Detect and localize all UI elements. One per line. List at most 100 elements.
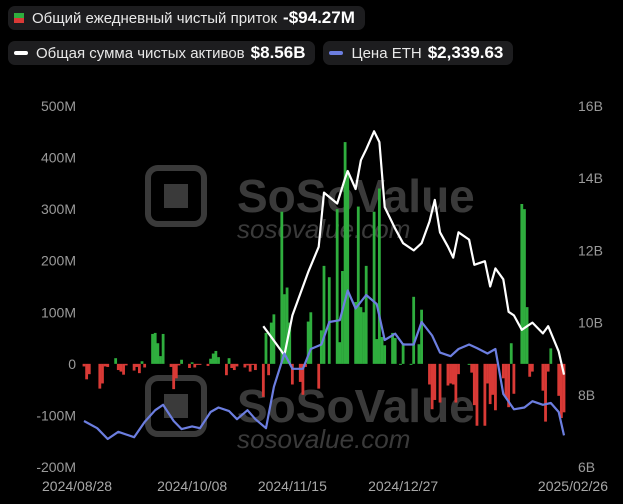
x-tick-label: 2024/08/28 <box>42 478 112 494</box>
flow-bar <box>546 363 550 372</box>
flow-bar <box>428 363 431 385</box>
flow-bar <box>322 265 326 364</box>
flow-bar <box>380 337 384 364</box>
flow-bar <box>393 338 397 364</box>
flow-bar <box>377 188 381 364</box>
flow-bar <box>119 363 123 372</box>
left-tick-label: 500M <box>41 98 76 114</box>
flow-bar <box>488 363 492 405</box>
flow-bar <box>449 363 452 384</box>
left-tick-label: 400M <box>41 150 76 166</box>
flow-bar <box>359 307 363 364</box>
flow-bar <box>235 363 239 367</box>
flow-bar <box>417 344 421 364</box>
flow-bar <box>269 322 273 364</box>
right-tick-label: 14B <box>578 170 603 186</box>
flow-bar <box>338 342 342 364</box>
flow-bar <box>116 363 120 371</box>
flow-bar <box>309 312 313 364</box>
right-tick-label: 6B <box>578 459 595 475</box>
watermark-url: sosovalue.com <box>237 214 410 244</box>
flow-bar <box>391 332 394 364</box>
flow-bar <box>153 332 157 364</box>
flow-bar <box>198 363 202 365</box>
flow-bar <box>132 363 136 371</box>
flow-bar <box>137 363 141 374</box>
flow-bar <box>467 363 471 365</box>
flow-bar <box>509 343 513 364</box>
flow-bar <box>364 265 368 364</box>
flow-bar <box>174 363 178 379</box>
flow-bar <box>196 363 199 365</box>
flow-bar <box>261 363 265 397</box>
flow-bar <box>285 287 289 364</box>
flow-bar <box>246 363 249 366</box>
flow-bar <box>317 363 321 389</box>
flow-bar <box>156 343 160 364</box>
flow-bar <box>372 211 376 364</box>
left-tick-label: -100M <box>36 407 76 423</box>
flow-bar <box>475 363 479 426</box>
left-tick-label: -200M <box>36 459 76 475</box>
chart-canvas: SoSoValue sosovalue.com SoSoValue sosova… <box>36 98 608 494</box>
flow-bar <box>177 363 181 366</box>
flow-bar <box>486 363 489 384</box>
flow-bar <box>525 307 529 364</box>
flow-bar <box>280 211 284 364</box>
flow-bar <box>446 363 450 386</box>
flow-bar <box>356 206 360 364</box>
flow-bar <box>491 363 495 395</box>
flow-bar <box>433 363 437 400</box>
flow-bar <box>122 363 125 375</box>
x-tick-label: 2025/02/26 <box>538 478 608 494</box>
flow-bar <box>401 343 405 364</box>
flow-bar <box>124 363 128 366</box>
flow-bar <box>232 363 236 371</box>
watermark-url: sosovalue.com <box>237 424 410 454</box>
left-tick-label: 0 <box>68 356 76 372</box>
x-axis: 2024/08/28 2024/10/08 2024/11/15 2024/12/27… <box>42 478 608 494</box>
flow-bar <box>335 209 339 364</box>
flow-bar <box>227 358 231 364</box>
watermark-group: SoSoValue sosovalue.com SoSoValue sosova… <box>145 165 475 454</box>
flow-bar <box>161 333 165 364</box>
flow-bar <box>399 363 402 365</box>
flow-bar <box>354 301 358 364</box>
flow-bar <box>470 363 474 373</box>
flow-bar <box>557 363 561 396</box>
flow-bar <box>230 363 234 368</box>
flow-bar <box>549 348 553 364</box>
left-axis: 500M 400M 300M 200M 100M 0 -100M -200M <box>36 98 76 475</box>
flow-bar <box>409 363 413 365</box>
left-tick-label: 200M <box>41 253 76 269</box>
flow-bar <box>454 363 458 403</box>
flow-bar <box>101 363 104 384</box>
flow-bar <box>254 363 257 371</box>
flow-bar <box>346 173 350 364</box>
flow-bar <box>451 363 455 385</box>
right-tick-label: 16B <box>578 98 603 114</box>
flow-bar <box>159 356 162 364</box>
right-axis: 16B 14B 12B 10B 8B 6B <box>578 98 603 475</box>
flow-bar <box>298 363 302 382</box>
right-tick-label: 8B <box>578 387 595 403</box>
flow-bar <box>190 362 194 364</box>
flow-bar <box>151 333 154 364</box>
flow-bar <box>483 363 487 426</box>
left-tick-label: 100M <box>41 304 76 320</box>
flow-bar <box>472 363 476 406</box>
flow-bar <box>362 312 365 364</box>
flow-bar <box>209 358 212 364</box>
flow-bar <box>193 363 197 368</box>
flow-bar <box>430 363 434 410</box>
flow-bar <box>143 363 147 368</box>
flow-bar <box>264 332 268 364</box>
flow-bar <box>251 363 255 365</box>
flow-bar <box>528 363 532 377</box>
flow-bar <box>211 353 215 364</box>
flow-bar <box>169 363 173 367</box>
flow-bar <box>82 363 86 367</box>
flow-bar <box>501 363 505 379</box>
flow-bar <box>267 363 271 376</box>
flow-bar <box>87 363 91 375</box>
